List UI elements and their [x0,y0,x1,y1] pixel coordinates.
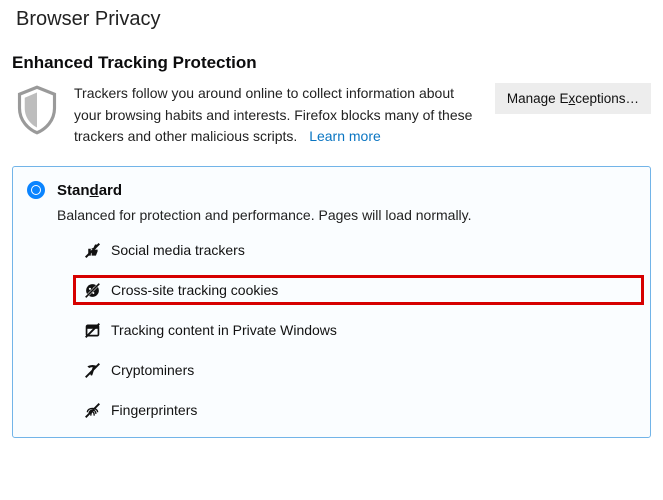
radio-standard[interactable] [27,181,45,199]
list-item: Cryptominers [83,361,634,379]
list-item: Social media trackers [83,241,634,259]
etp-description: Trackers follow you around online to col… [74,85,472,144]
list-item: Fingerprinters [83,401,634,419]
shield-icon [12,83,62,141]
tracker-label: Cross-site tracking cookies [111,282,278,298]
tracker-label: Social media trackers [111,242,245,258]
cookie-slash-icon [83,281,101,299]
page-title: Browser Privacy [12,8,651,31]
etp-description-block: Trackers follow you around online to col… [74,83,483,148]
etp-intro-row: Trackers follow you around online to col… [12,83,651,148]
protection-option-standard[interactable]: Standard Balanced for protection and per… [12,166,651,438]
option-description: Balanced for protection and performance.… [57,207,634,223]
manage-exceptions-button[interactable]: Manage Exceptions… [495,83,651,114]
option-header: Standard [27,181,634,199]
pickaxe-slash-icon [83,361,101,379]
tracker-list: Social media trackers Cross-site trackin… [83,241,634,419]
thumbs-slash-icon [83,241,101,259]
window-slash-icon [83,321,101,339]
list-item: Tracking content in Private Windows [83,321,634,339]
tracker-label: Fingerprinters [111,402,197,418]
option-name: Standard [57,182,122,199]
learn-more-link[interactable]: Learn more [309,128,381,144]
fingerprint-slash-icon [83,401,101,419]
tracker-label: Cryptominers [111,362,194,378]
list-item-highlighted: Cross-site tracking cookies [73,275,644,305]
tracker-label: Tracking content in Private Windows [111,322,337,338]
etp-heading: Enhanced Tracking Protection [12,53,651,73]
